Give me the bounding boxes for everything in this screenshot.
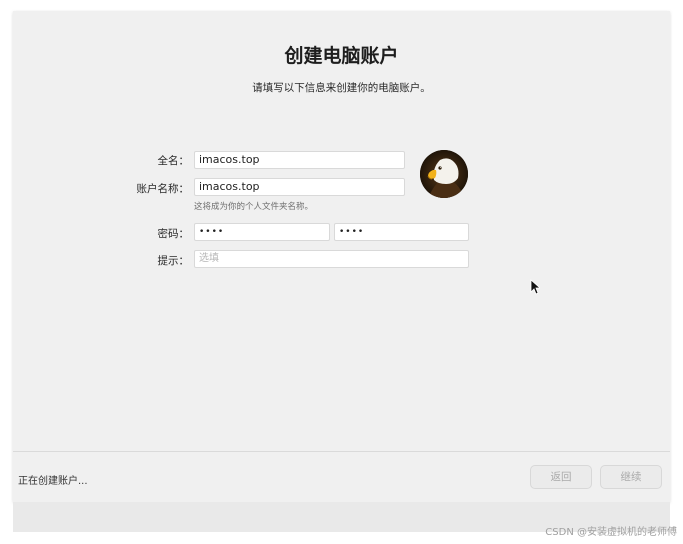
password-label: 密码： <box>157 228 190 240</box>
footer-divider <box>13 451 670 452</box>
password-field[interactable]: •••• <box>194 223 330 241</box>
account-name-label: 账户名称： <box>136 183 190 195</box>
watermark: CSDN @安装虚拟机的老师傅 <box>545 527 677 538</box>
account-name-field[interactable]: imacos.top <box>194 178 405 196</box>
eagle-avatar-icon[interactable] <box>420 150 468 198</box>
setup-window: 创建电脑账户 请填写以下信息来创建你的电脑账户。 全名： imacos.top … <box>13 11 670 502</box>
account-name-hint: 这将成为你的个人文件夹名称。 <box>194 202 314 212</box>
fullname-label: 全名： <box>157 155 190 167</box>
hint-field[interactable]: 选填 <box>194 250 469 268</box>
back-button[interactable]: 返回 <box>530 465 592 489</box>
mouse-pointer-icon <box>530 279 542 299</box>
verify-password-field[interactable]: •••• <box>334 223 469 241</box>
continue-button[interactable]: 继续 <box>600 465 662 489</box>
hint-label: 提示： <box>157 255 190 267</box>
page-title: 创建电脑账户 <box>284 45 399 67</box>
fullname-field[interactable]: imacos.top <box>194 151 405 169</box>
status-text: 正在创建账户... <box>18 476 88 487</box>
page-subtitle: 请填写以下信息来创建你的电脑账户。 <box>252 82 431 94</box>
